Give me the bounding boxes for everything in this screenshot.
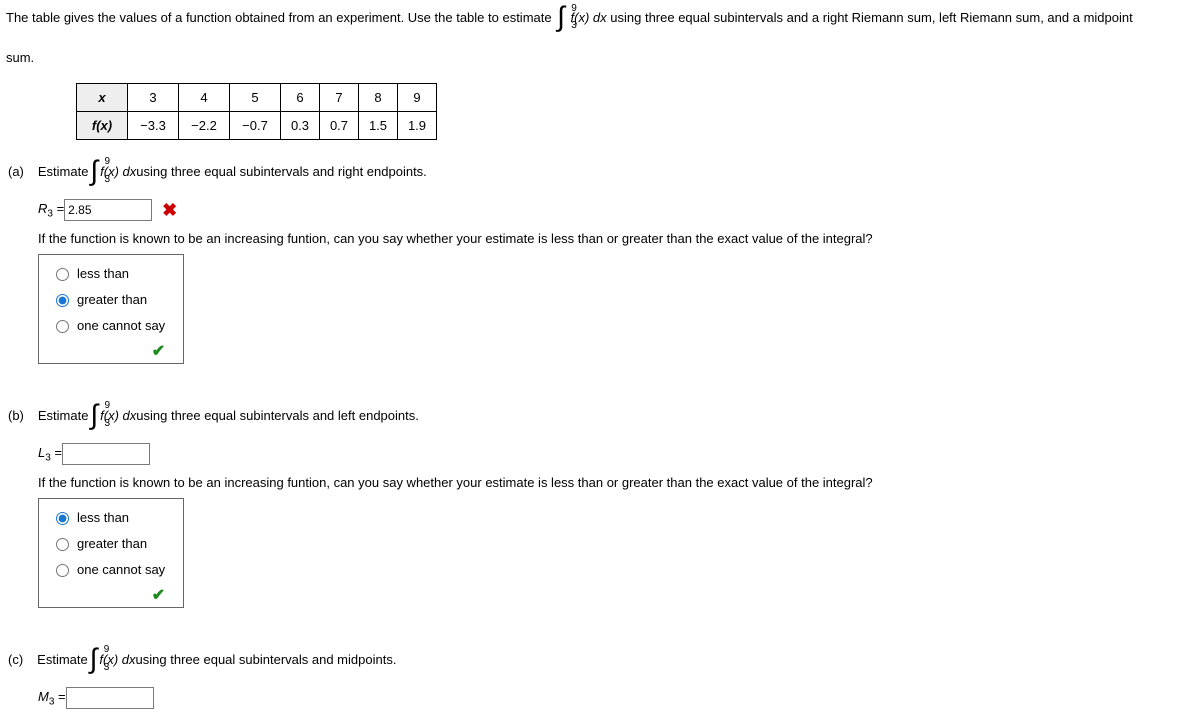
table-cell: 4	[179, 84, 230, 112]
integral-icon: ∫ 9 3	[90, 648, 98, 671]
table-cell: −2.2	[179, 112, 230, 140]
part-b-answer-row: L3 =	[38, 443, 1194, 465]
part-b-answer-var: L3 =	[38, 445, 62, 464]
part-a-answer-var: R3 =	[38, 201, 64, 220]
part-a-radio-group: less than greater than one cannot say ✔	[38, 254, 184, 364]
correct-icon: ✔	[51, 341, 165, 361]
wrong-icon: ✖	[162, 200, 177, 221]
integral-icon: ∫ 9 3	[557, 6, 565, 31]
intro-text-pre: The table gives the values of a function…	[6, 10, 555, 25]
part-c-label: (c)	[6, 652, 37, 667]
intro-text-post: using three equal subintervals and a rig…	[610, 10, 1132, 25]
radio-cannot-say[interactable]	[56, 564, 69, 577]
part-a-prompt: (a) Estimate ∫ 9 3 f(x) dx using three e…	[6, 160, 1194, 183]
part-b-answer-input[interactable]	[62, 443, 150, 465]
table-cell: 6	[281, 84, 320, 112]
table-cell: 3	[128, 84, 179, 112]
table-cell: 9	[398, 84, 437, 112]
part-b-prompt: (b) Estimate ∫ 9 3 f(x) dx using three e…	[6, 404, 1194, 427]
part-b-radio-group: less than greater than one cannot say ✔	[38, 498, 184, 608]
data-table: x3456789 f(x)−3.3−2.2−0.70.30.71.51.9	[76, 83, 437, 140]
table-cell: 5	[230, 84, 281, 112]
table-cell: 7	[320, 84, 359, 112]
radio-greater-than[interactable]	[56, 538, 69, 551]
part-a-answer-input[interactable]	[64, 199, 152, 221]
table-cell: 0.3	[281, 112, 320, 140]
radio-less-than[interactable]	[56, 268, 69, 281]
integral-icon: ∫ 9 3	[90, 160, 98, 183]
problem-intro: The table gives the values of a function…	[6, 6, 1194, 31]
intro-tail: sum.	[6, 49, 1194, 67]
table-cell: 0.7	[320, 112, 359, 140]
table-cell: −0.7	[230, 112, 281, 140]
table-cell: 1.5	[359, 112, 398, 140]
radio-cannot-say[interactable]	[56, 320, 69, 333]
radio-option: greater than	[51, 535, 165, 551]
part-a-question: If the function is known to be an increa…	[38, 231, 1194, 246]
radio-option: less than	[51, 509, 165, 525]
part-c-answer-row: M3 =	[38, 687, 1194, 709]
radio-greater-than[interactable]	[56, 294, 69, 307]
table-cell: 8	[359, 84, 398, 112]
table-cell: x	[77, 84, 128, 112]
table-cell: f(x)	[77, 112, 128, 140]
part-a-answer-row: R3 = ✖	[38, 199, 1194, 221]
part-c-answer-var: M3 =	[38, 689, 66, 708]
table-cell: 1.9	[398, 112, 437, 140]
table-cell: −3.3	[128, 112, 179, 140]
part-c-prompt: (c) Estimate ∫ 9 3 f(x) dx using three e…	[6, 648, 1194, 671]
integral-icon: ∫ 9 3	[90, 404, 98, 427]
correct-icon: ✔	[51, 585, 165, 605]
radio-option: less than	[51, 265, 165, 281]
radio-option: greater than	[51, 291, 165, 307]
radio-less-than[interactable]	[56, 512, 69, 525]
radio-option: one cannot say	[51, 317, 165, 333]
part-c-answer-input[interactable]	[66, 687, 154, 709]
radio-option: one cannot say	[51, 561, 165, 577]
part-b-question: If the function is known to be an increa…	[38, 475, 1194, 490]
part-b-label: (b)	[6, 408, 38, 423]
part-a-label: (a)	[6, 164, 38, 179]
